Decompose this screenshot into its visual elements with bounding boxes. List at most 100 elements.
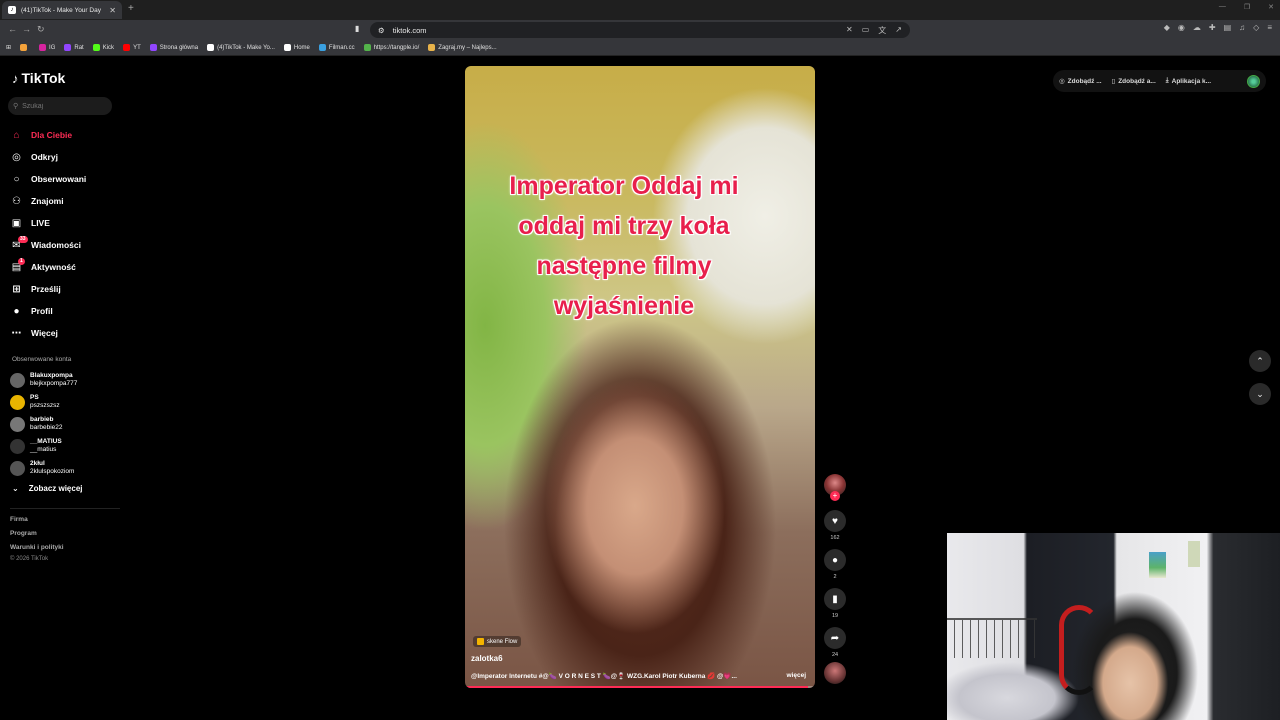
bookmark-label: Home xyxy=(293,44,310,51)
followed-account[interactable]: barbieb barbebie22 xyxy=(10,413,120,435)
user-avatar[interactable] xyxy=(1247,74,1260,88)
puzzle-icon[interactable]: ✚ xyxy=(1209,23,1216,32)
bookmark-item[interactable]: Rat xyxy=(64,44,84,51)
close-window-icon[interactable]: ✕ xyxy=(1268,3,1274,11)
like-button[interactable]: ♥ xyxy=(824,510,846,532)
tiktok-logo[interactable]: ♪ TikTok xyxy=(12,70,65,86)
next-video-button[interactable]: ⌄ xyxy=(1249,383,1271,405)
sidebar-item-label: Profil xyxy=(31,306,53,316)
previous-video-button[interactable]: ⌃ xyxy=(1249,350,1271,372)
more-button[interactable]: więcej xyxy=(786,672,806,679)
bookmark-item[interactable]: IG xyxy=(39,44,55,51)
comment-button[interactable]: ● xyxy=(824,549,846,571)
account-handle: barbebie22 xyxy=(30,424,63,431)
sound-avatar[interactable] xyxy=(824,662,846,684)
bookmark-icon[interactable]: ▮ xyxy=(355,24,359,33)
get-coins-button[interactable]: ◎ Zdobądź ... xyxy=(1059,77,1102,86)
maximize-icon[interactable]: ❐ xyxy=(1244,3,1250,11)
bookmark-item[interactable]: (4)TikTok - Make Yo... xyxy=(207,44,275,51)
followed-account[interactable]: Blakuxpompa blejkxpompa777 xyxy=(10,369,120,391)
effect-tag[interactable]: skene Flow xyxy=(473,636,522,647)
browser-tabbar: ♪ (41)TikTok - Make Your Day ✕ + — ❐ ✕ xyxy=(0,0,1280,20)
video-progress-bar[interactable] xyxy=(465,686,815,688)
save-count: 19 xyxy=(831,613,839,619)
sidebar-item-friends[interactable]: ⚇ Znajomi xyxy=(10,190,120,212)
new-tab-button[interactable]: + xyxy=(128,3,134,14)
bookmark-item[interactable]: Strona główna xyxy=(149,44,198,51)
translate-icon[interactable]: 文 xyxy=(878,25,886,36)
menu-icon[interactable]: ≡ xyxy=(1267,23,1272,32)
bookmark-favicon-icon xyxy=(363,44,371,51)
account-name: __MATIUS xyxy=(30,438,62,445)
followed-account[interactable]: PS pszszszsz xyxy=(10,391,120,413)
brave-shield-icon[interactable]: ◆ xyxy=(1164,23,1170,32)
chevron-down-icon: ⌄ xyxy=(1256,388,1264,399)
author-avatar[interactable]: + xyxy=(824,474,846,501)
search-box[interactable]: ⚲ xyxy=(8,97,112,115)
bookmark-item[interactable]: YT xyxy=(123,44,141,51)
apps-icon[interactable]: ⊞ xyxy=(6,44,11,51)
sidebar-item-live[interactable]: ▣ LIVE xyxy=(10,212,120,234)
forward-icon[interactable]: → xyxy=(22,24,31,34)
vpn-icon[interactable]: ☁ xyxy=(1193,23,1201,32)
bookmark-item[interactable]: Zagraj.my – Najleps... xyxy=(428,44,497,51)
sidebar-item-label: Obserwowani xyxy=(31,174,87,184)
sidebar-item-activity[interactable]: ▤ Aktywność 1 xyxy=(10,256,120,278)
bookmark-favicon-icon xyxy=(428,44,436,51)
music-icon[interactable]: ♫ xyxy=(1239,23,1245,32)
get-app-button[interactable]: ▯ Zdobądź a... xyxy=(1112,77,1156,86)
bookmark-item[interactable] xyxy=(20,44,30,51)
bookmark-item[interactable]: Filman.cc xyxy=(318,44,355,51)
followed-account[interactable]: __MATIUS __matius xyxy=(10,435,120,457)
sidebar-item-home[interactable]: ⌂ Dla Ciebie xyxy=(10,124,120,146)
sidebar-item-label: Odkryj xyxy=(31,152,58,162)
extension-icon[interactable]: ◉ xyxy=(1178,23,1185,32)
cast-icon[interactable]: ▭ xyxy=(862,25,870,36)
sidebar-item-label: Prześlij xyxy=(31,284,61,294)
sidebar-item-following[interactable]: ○ Obserwowani xyxy=(10,168,120,190)
sidebar-item-upload[interactable]: ⊞ Prześlij xyxy=(10,278,120,300)
account-name: barbieb xyxy=(30,416,54,423)
footer-link-terms[interactable]: Warunki i polityki xyxy=(10,544,64,556)
save-button[interactable]: ▮ xyxy=(824,588,846,610)
bookmark-item[interactable]: Kick xyxy=(92,44,114,51)
video-player[interactable]: Imperator Oddaj mi oddaj mi trzy koła na… xyxy=(465,66,815,688)
browser-tab[interactable]: ♪ (41)TikTok - Make Your Day ✕ xyxy=(2,1,122,19)
sidebar-icon[interactable]: ▤ xyxy=(1224,23,1232,32)
wallet-icon[interactable]: ◇ xyxy=(1253,23,1259,32)
share-icon[interactable]: ↗ xyxy=(895,25,902,36)
account-names: PS pszszszsz xyxy=(30,394,60,410)
caption-line: wyjaśnienie xyxy=(553,292,695,320)
search-input[interactable] xyxy=(22,102,103,110)
bookmark-favicon-icon xyxy=(92,44,100,51)
footer-link-program[interactable]: Program xyxy=(10,530,64,544)
see-more-button[interactable]: ⌄ Zobacz więcej xyxy=(12,484,83,493)
followed-account[interactable]: 2kłul 2klulspokoziom xyxy=(10,457,120,479)
address-bar[interactable]: ⚙ tiktok.com ✕ ▭ 文 ↗ xyxy=(370,22,910,38)
footer-link-company[interactable]: Firma xyxy=(10,516,64,530)
video-progress-fill xyxy=(465,686,808,688)
video-author[interactable]: zalotka6 xyxy=(471,654,503,663)
follow-plus-icon[interactable]: + xyxy=(830,491,840,501)
back-icon[interactable]: ← xyxy=(8,24,17,34)
followed-accounts-title: Obserwowane konta xyxy=(12,356,72,363)
bookmark-item[interactable]: https://tangple.io/ xyxy=(363,44,419,51)
reload-icon[interactable]: ↻ xyxy=(37,24,45,35)
bookmark-item[interactable]: Home xyxy=(283,44,310,51)
site-info-icon[interactable]: ⚙ xyxy=(378,26,385,35)
bookmarks-bar: ⊞ IG Rat Kick YT Strona główna (4)TikTok - Ma… xyxy=(0,40,1280,56)
sidebar-item-compass[interactable]: ◎ Odkryj xyxy=(10,146,120,168)
tiktok-note-icon: ♪ xyxy=(12,70,19,86)
get-app-label: Zdobądź a... xyxy=(1118,77,1156,85)
mute-icon[interactable]: ✕ xyxy=(846,25,853,36)
sidebar-item-profile[interactable]: ● Profil xyxy=(10,300,120,322)
bookmark-label: Rat xyxy=(74,44,84,51)
close-tab-icon[interactable]: ✕ xyxy=(109,6,116,15)
sidebar-item-more[interactable]: ⋯ Więcej xyxy=(10,322,120,344)
avatar xyxy=(10,438,25,454)
minimize-icon[interactable]: — xyxy=(1219,3,1226,11)
desktop-app-button[interactable]: ⤓ Aplikacja k... xyxy=(1166,77,1211,85)
share-button[interactable]: ➦ xyxy=(824,627,846,649)
sidebar-item-messages[interactable]: ✉ Wiadomości 33 xyxy=(10,234,120,256)
bookmark-label: Zagraj.my – Najleps... xyxy=(438,44,497,51)
